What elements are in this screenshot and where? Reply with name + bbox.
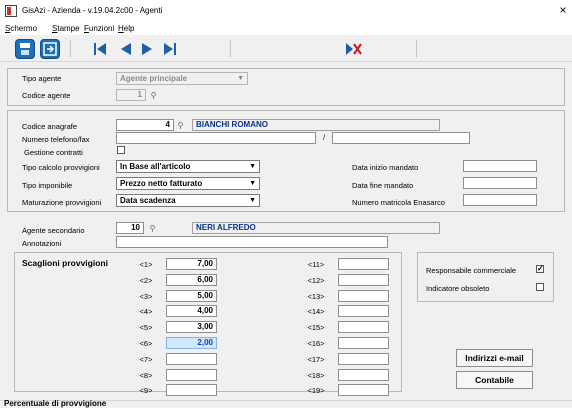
scaglione-value-field[interactable]: 4,00: [166, 305, 217, 317]
anagrafe-name-field: BIANCHI ROMANO: [192, 119, 440, 131]
scaglione-value-field[interactable]: [338, 258, 389, 270]
data-inizio-label: Data inizio mandato: [352, 163, 419, 172]
previous-record-icon[interactable]: [118, 41, 134, 59]
gestione-contratti-label: Gestione contratti: [24, 148, 83, 157]
scaglioni-title: Scaglioni provvigioni: [22, 258, 108, 268]
scaglione-index: <19>: [307, 386, 325, 395]
menu-funzioni[interactable]: Funzioni: [84, 24, 114, 33]
telefono-separator: /: [323, 133, 326, 142]
toolbar-separator: [230, 40, 231, 58]
gestione-contratti-checkbox[interactable]: [117, 146, 125, 154]
maturazione-select[interactable]: Data scadenza ▼: [116, 194, 260, 207]
scaglione-value-field[interactable]: [338, 353, 389, 365]
scaglione-value-field[interactable]: [338, 305, 389, 317]
codice-anagrafe-label: Codice anagrafe: [22, 122, 78, 131]
menu-schermo[interactable]: Schermo: [5, 24, 37, 33]
save-icon[interactable]: [15, 39, 35, 59]
scaglione-value-field[interactable]: [338, 321, 389, 333]
responsabile-checkbox[interactable]: ✓: [536, 265, 544, 273]
scaglione-value-field[interactable]: [338, 290, 389, 302]
scaglione-index: <3>: [139, 292, 153, 301]
status-text: Percentuale di provvigione: [4, 399, 107, 408]
scaglione-index: <2>: [139, 276, 153, 285]
tipo-calcolo-select[interactable]: In Base all'articolo ▼: [116, 160, 260, 173]
scaglione-value-field[interactable]: [166, 353, 217, 365]
agente-secondario-field[interactable]: 10: [116, 222, 144, 234]
scaglione-value-field[interactable]: [166, 369, 217, 381]
last-record-icon[interactable]: [162, 41, 178, 59]
scaglione-index: <11>: [307, 260, 325, 269]
enasarco-label: Numero matricola Enasarco: [352, 198, 445, 207]
telefono-label: Numero telefono/fax: [22, 135, 90, 144]
contabile-button[interactable]: Contabile: [456, 371, 533, 389]
codice-agente-field: 1: [116, 89, 146, 101]
scaglione-index: <6>: [139, 339, 153, 348]
obsoleto-label: Indicatore obsoleto: [426, 284, 490, 293]
first-record-icon[interactable]: [92, 41, 108, 59]
codice-anagrafe-field[interactable]: 4: [116, 119, 174, 131]
enasarco-field[interactable]: [463, 194, 537, 206]
tipo-agente-select: Agente principale ▼: [116, 72, 248, 85]
annotazioni-field[interactable]: [116, 236, 388, 248]
data-inizio-field[interactable]: [463, 160, 537, 172]
exit-icon[interactable]: [40, 39, 60, 59]
scaglione-value-field[interactable]: [166, 384, 217, 396]
obsoleto-checkbox[interactable]: [536, 283, 544, 291]
tipo-imponibile-select[interactable]: Prezzo netto fatturato ▼: [116, 177, 260, 190]
scaglione-value-field[interactable]: 2,00: [166, 337, 217, 349]
binoculars-icon[interactable]: ⚲: [149, 91, 158, 100]
agente-secondario-name: NERI ALFREDO: [192, 222, 440, 234]
scaglione-index: <16>: [307, 339, 325, 348]
scaglione-value-field[interactable]: [338, 274, 389, 286]
codice-agente-label: Codice agente: [22, 91, 71, 100]
scaglione-index: <7>: [139, 355, 153, 364]
maturazione-label: Maturazione provvigioni: [22, 198, 102, 207]
check-icon: ✓: [537, 264, 544, 273]
menu-help[interactable]: Help: [118, 24, 134, 33]
scaglione-index: <13>: [307, 292, 325, 301]
scaglione-index: <8>: [139, 371, 153, 380]
scaglione-value-field[interactable]: 7,00: [166, 258, 217, 270]
fax-field[interactable]: [332, 132, 470, 144]
scaglione-value-field[interactable]: [338, 337, 389, 349]
menu-stampe[interactable]: Stampe: [52, 24, 80, 33]
next-record-icon[interactable]: [139, 41, 155, 59]
telefono-field[interactable]: [116, 132, 316, 144]
binoculars-icon[interactable]: ⚲: [148, 224, 157, 233]
scaglione-index: <18>: [307, 371, 325, 380]
close-icon[interactable]: ×: [556, 3, 570, 17]
scaglione-index: <4>: [139, 307, 153, 316]
app-icon: [5, 5, 17, 17]
scaglione-value-field[interactable]: 3,00: [166, 321, 217, 333]
indirizzi-email-button[interactable]: Indirizzi e-mail: [456, 349, 533, 367]
scaglione-value-field[interactable]: [338, 369, 389, 381]
data-fine-label: Data fine mandato: [352, 181, 414, 190]
agente-secondario-label: Agente secondario: [22, 226, 85, 235]
toolbar-separator: [70, 40, 71, 58]
tipo-agente-label: Tipo agente: [22, 74, 62, 83]
tipo-imponibile-label: Tipo imponibile: [22, 181, 73, 190]
delete-record-icon[interactable]: [345, 41, 363, 59]
scaglione-value-field[interactable]: [338, 384, 389, 396]
scaglione-index: <9>: [139, 386, 153, 395]
binoculars-icon[interactable]: ⚲: [176, 121, 185, 130]
scaglione-value-field[interactable]: 6,00: [166, 274, 217, 286]
responsabile-label: Responsabile commerciale: [426, 266, 517, 275]
scaglione-index: <14>: [307, 307, 325, 316]
scaglione-index: <17>: [307, 355, 325, 364]
annotazioni-label: Annotazioni: [22, 239, 62, 248]
window-title: GisAzi - Azienda - v.19.04.2c00 - Agenti: [22, 6, 163, 15]
scaglione-value-field[interactable]: 5,00: [166, 290, 217, 302]
tipo-calcolo-label: Tipo calcolo provvigioni: [22, 163, 100, 172]
scaglione-index: <15>: [307, 323, 325, 332]
tipo-agente-panel: [7, 68, 565, 106]
toolbar: [0, 35, 572, 62]
scaglione-index: <5>: [139, 323, 153, 332]
flags-panel: [417, 252, 554, 302]
toolbar-separator: [416, 40, 417, 58]
scaglione-index: <1>: [139, 260, 153, 269]
scaglione-index: <12>: [307, 276, 325, 285]
data-fine-field[interactable]: [463, 177, 537, 189]
